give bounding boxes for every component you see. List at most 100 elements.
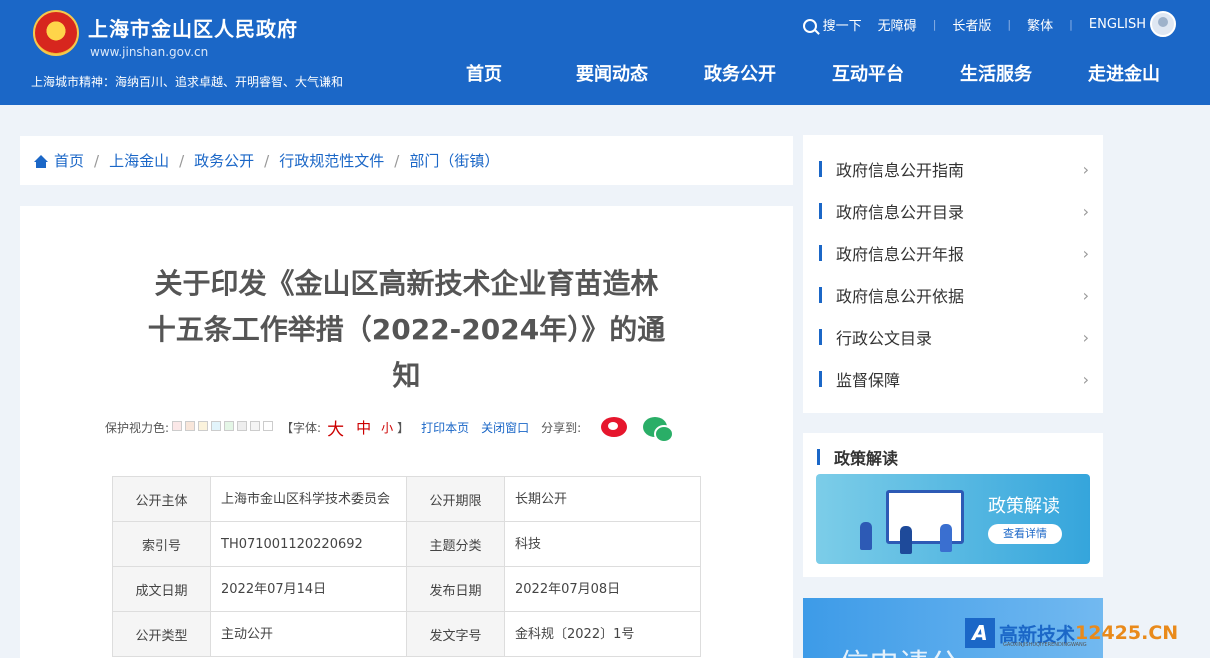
- divider: |: [932, 17, 937, 31]
- elderly-version-link[interactable]: 长者版: [952, 15, 991, 34]
- eye-color-swatch[interactable]: [250, 421, 261, 431]
- close-window-link[interactable]: 关闭窗口: [481, 419, 529, 436]
- eye-color-swatch[interactable]: [237, 421, 248, 431]
- accessibility-link[interactable]: 无障碍: [878, 15, 917, 34]
- font-size-small[interactable]: 小: [381, 419, 393, 436]
- table-row: 索引号 TH071001120220692 主题分类 科技: [112, 521, 701, 567]
- eye-color-swatch[interactable]: [198, 421, 209, 431]
- accent-bar: [817, 449, 820, 465]
- policy-heading: 政策解读: [817, 445, 898, 469]
- accent-bar: [819, 203, 822, 219]
- chevron-right-icon: ›: [1082, 159, 1089, 179]
- breadcrumb-separator: /: [94, 151, 100, 170]
- nav-news[interactable]: 要闻动态: [548, 60, 676, 86]
- divider: |: [1007, 17, 1012, 31]
- accent-bar: [819, 161, 822, 177]
- view-details-button[interactable]: 查看详情: [988, 524, 1062, 544]
- share-label: 分享到:: [541, 420, 582, 435]
- font-size-label: 【字体:: [281, 420, 322, 435]
- eye-color-swatch[interactable]: [263, 421, 274, 431]
- policy-banner[interactable]: 政策解读 查看详情: [816, 474, 1090, 564]
- sidebar-item-label: 政府信息公开目录: [836, 203, 965, 222]
- sidebar-item-catalog[interactable]: 政府信息公开目录 ›: [819, 201, 1089, 222]
- meta-key: 发布日期: [406, 566, 505, 612]
- font-size-medium[interactable]: 中: [356, 417, 371, 438]
- sidebar-item-label: 监督保障: [836, 371, 901, 390]
- chevron-right-icon: ›: [1082, 369, 1089, 389]
- meta-key: 发文字号: [406, 611, 505, 657]
- meta-value: 主动公开: [210, 611, 407, 657]
- site-title[interactable]: 上海市金山区人民政府: [88, 13, 298, 42]
- article-title-line: 知: [392, 359, 421, 392]
- person-illustration-icon: [900, 526, 912, 554]
- meta-value: 上海市金山区科学技术委员会: [210, 476, 407, 522]
- presentation-screen-icon: [886, 490, 964, 544]
- print-link[interactable]: 打印本页: [421, 419, 469, 436]
- nav-gov-affairs[interactable]: 政务公开: [676, 60, 804, 86]
- nav-interaction[interactable]: 互动平台: [804, 60, 932, 86]
- weibo-share-icon[interactable]: [601, 417, 628, 437]
- article-title-line: 关于印发《金山区高新技术企业育苗造林: [154, 267, 659, 300]
- nav-services[interactable]: 生活服务: [932, 60, 1060, 86]
- nav-home[interactable]: 首页: [420, 60, 548, 86]
- divider: |: [1069, 17, 1073, 31]
- breadcrumb-jinshan[interactable]: 上海金山: [109, 150, 169, 171]
- eye-color-swatch[interactable]: [224, 421, 235, 431]
- meta-key: 索引号: [112, 521, 211, 567]
- sidebar-item-documents[interactable]: 行政公文目录 ›: [819, 327, 1089, 348]
- accent-bar: [819, 371, 822, 387]
- info-disclosure-sidebar: 政府信息公开指南 › 政府信息公开目录 › 政府信息公开年报 › 政府信息公开依…: [803, 135, 1103, 413]
- meta-value: 长期公开: [504, 476, 701, 522]
- font-size-large[interactable]: 大: [327, 415, 344, 440]
- accent-bar: [819, 245, 822, 261]
- search-icon[interactable]: [802, 19, 817, 33]
- eye-color-swatch[interactable]: [172, 421, 183, 431]
- chevron-right-icon: ›: [1082, 327, 1089, 347]
- sidebar-item-label: 行政公文目录: [836, 329, 933, 348]
- meta-value: 金科规〔2022〕1号: [504, 611, 701, 657]
- meta-value: 2022年07月08日: [504, 566, 701, 612]
- traditional-chinese-link[interactable]: 繁体: [1027, 15, 1053, 34]
- article-title: 关于印发《金山区高新技术企业育苗造林 十五条工作举措（2022-2024年）》的…: [120, 261, 693, 399]
- font-size-close-bracket: 】: [397, 420, 410, 435]
- user-avatar-icon[interactable]: [1150, 11, 1176, 37]
- accent-bar: [819, 329, 822, 345]
- eye-color-swatch[interactable]: [211, 421, 222, 431]
- meta-key: 成文日期: [112, 566, 211, 612]
- site-watermark: A 高新技术 12425.CN GAOXINJISHUQIYERENDINGWA…: [965, 618, 1178, 648]
- top-toolbar: 搜一下 无障碍 | 长者版 | 繁体 | ENGLISH: [802, 11, 1176, 37]
- sidebar-item-label: 政府信息公开年报: [836, 245, 965, 264]
- meta-key: 主题分类: [406, 521, 505, 567]
- sidebar-item-guide[interactable]: 政府信息公开指南 ›: [819, 159, 1089, 180]
- sidebar-item-annual-report[interactable]: 政府信息公开年报 ›: [819, 243, 1089, 264]
- sidebar-item-supervision[interactable]: 监督保障 ›: [819, 369, 1089, 390]
- meta-value: 科技: [504, 521, 701, 567]
- eye-color-swatch[interactable]: [185, 421, 196, 431]
- document-meta-table: 公开主体 上海市金山区科学技术委员会 公开期限 长期公开 索引号 TH07100…: [112, 476, 701, 657]
- table-row: 公开类型 主动公开 发文字号 金科规〔2022〕1号: [112, 611, 701, 657]
- english-link[interactable]: ENGLISH: [1089, 17, 1146, 32]
- meta-key: 公开主体: [112, 476, 211, 522]
- meta-key: 公开期限: [406, 476, 505, 522]
- watermark-subtext: GAOXINJISHUQIYERENDINGWANG: [1003, 642, 1087, 648]
- breadcrumb-normative-docs[interactable]: 行政规范性文件: [279, 150, 384, 171]
- policy-banner-text: 政策解读: [988, 496, 1060, 517]
- wechat-share-icon[interactable]: [643, 417, 675, 443]
- meta-key: 公开类型: [112, 611, 211, 657]
- search-link[interactable]: 搜一下: [823, 15, 862, 34]
- breadcrumb-separator: /: [264, 151, 270, 170]
- chevron-right-icon: ›: [1082, 243, 1089, 263]
- sidebar-item-basis[interactable]: 政府信息公开依据 ›: [819, 285, 1089, 306]
- accent-bar: [819, 287, 822, 303]
- home-icon: [34, 155, 48, 168]
- site-header: 上海市金山区人民政府 www.jinshan.gov.cn 上海城市精神：海纳百…: [0, 0, 1210, 105]
- watermark-logo-icon: A: [965, 618, 995, 648]
- breadcrumb-gov-affairs[interactable]: 政务公开: [194, 150, 254, 171]
- breadcrumb-departments[interactable]: 部门（街镇）: [409, 150, 499, 171]
- sidebar-item-label: 政府信息公开依据: [836, 287, 965, 306]
- nav-about-jinshan[interactable]: 走进金山: [1060, 60, 1188, 86]
- policy-interpretation-card: 政策解读 政策解读 查看详情: [803, 433, 1103, 577]
- city-motto: 上海城市精神：海纳百川、追求卓越、开明睿智、大气谦和: [31, 75, 344, 89]
- breadcrumb-home[interactable]: 首页: [54, 150, 84, 171]
- table-row: 公开主体 上海市金山区科学技术委员会 公开期限 长期公开: [112, 476, 701, 522]
